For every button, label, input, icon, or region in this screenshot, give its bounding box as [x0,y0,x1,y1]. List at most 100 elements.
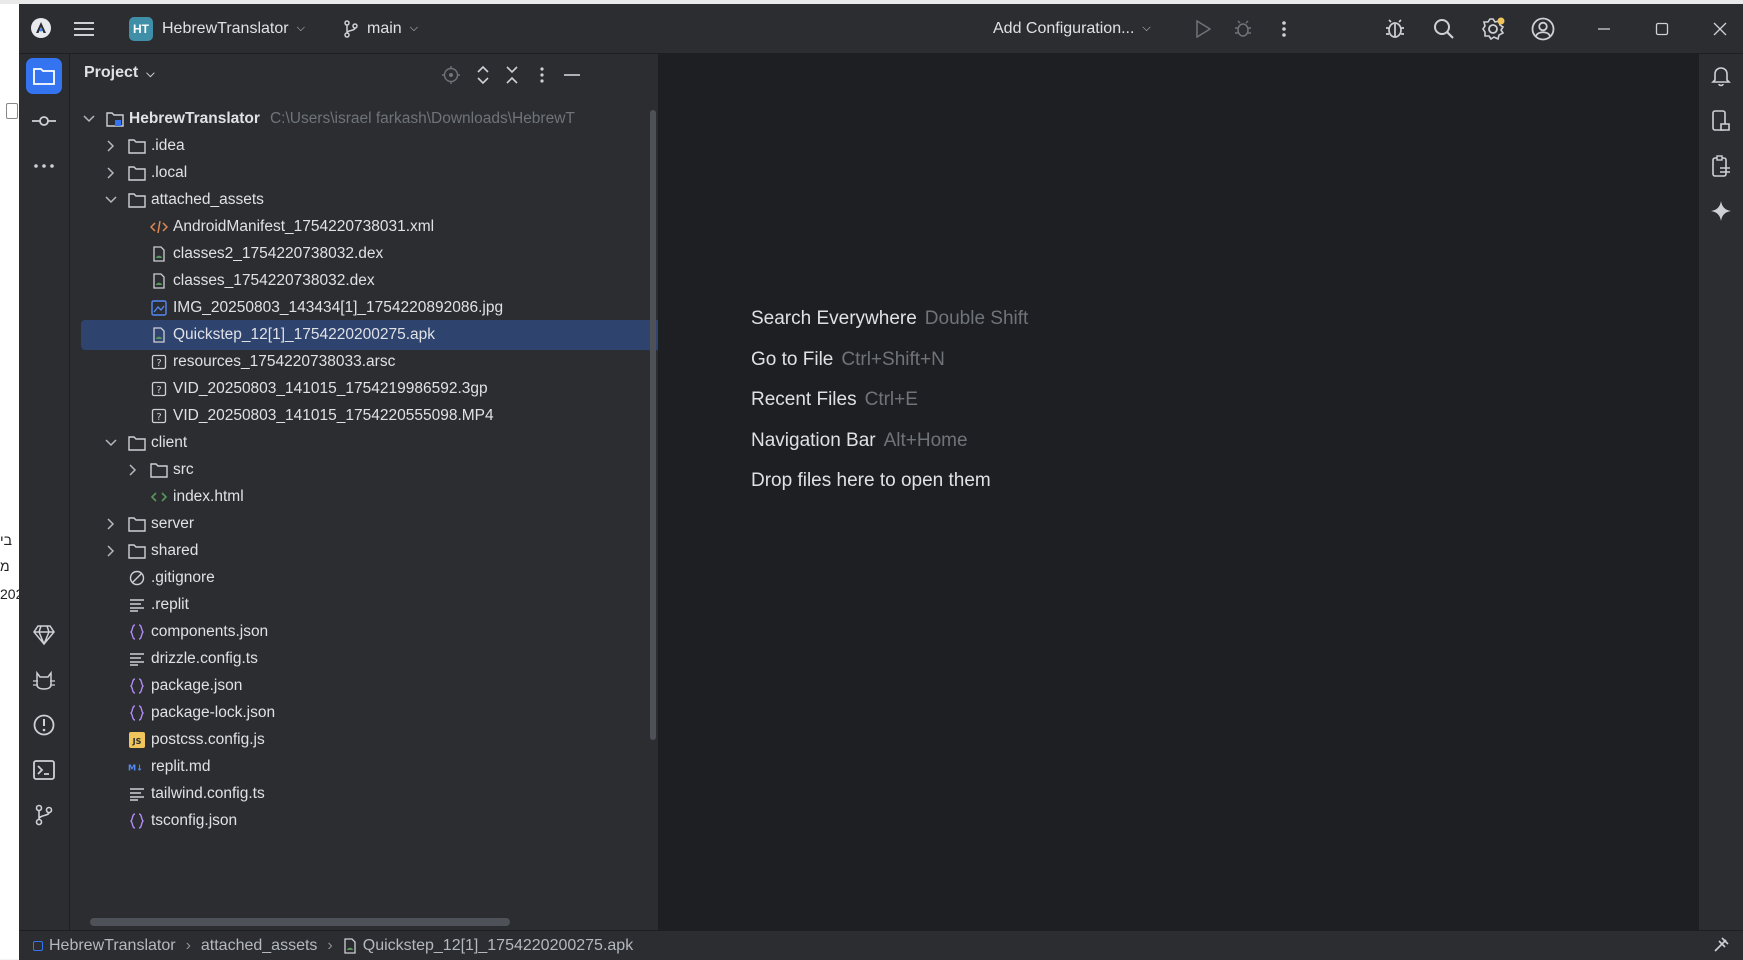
tree-folder[interactable]: shared [70,536,658,566]
close-icon[interactable] [1707,16,1733,42]
svg-text:JS: JS [132,737,142,746]
module-folder-icon [106,110,124,128]
navigation-bar-hint: Navigation Bar Alt+Home [751,430,968,452]
xml-file-icon [150,218,168,236]
breadcrumb-file[interactable]: Quickstep_12[1]_1754220200275.apk [363,937,633,955]
tree-file[interactable]: classes2_1754220738032.dex [70,239,658,269]
expand-all-icon[interactable] [471,63,495,87]
tree-item-label: tsconfig.json [151,812,238,829]
tree-folder[interactable]: server [70,509,658,539]
cat-icon[interactable] [26,662,62,698]
breadcrumb: HebrewTranslator › attached_assets › Qui… [33,937,633,955]
run-config-label: Add Configuration... [993,19,1135,37]
device-manager-icon[interactable] [1703,103,1739,139]
terminal-icon[interactable] [26,752,62,788]
chevron-down-icon[interactable] [82,115,96,123]
tree-file[interactable]: M↓ replit.md [70,752,658,782]
image-file-icon [150,299,168,317]
collapse-all-icon[interactable] [500,63,524,87]
tree-file[interactable]: IMG_20250803_143434[1]_1754220892086.jpg [70,293,658,323]
power-save-icon[interactable] [1713,937,1729,958]
options-icon[interactable] [530,63,554,87]
account-icon[interactable] [1529,15,1557,43]
tree-file[interactable]: .gitignore [70,563,658,593]
module-icon [33,940,43,951]
breadcrumb-project[interactable]: HebrewTranslator [49,937,176,955]
clipboard-icon[interactable] [1703,148,1739,184]
search-icon[interactable] [1430,15,1458,43]
tree-folder[interactable]: .idea [70,131,658,161]
tree-item-label: resources_1754220738033.arsc [173,353,396,370]
settings-icon[interactable] [1479,15,1507,43]
problems-icon[interactable] [26,707,62,743]
tree-file[interactable]: AndroidManifest_1754220738031.xml [70,212,658,242]
tree-file[interactable]: package-lock.json [70,698,658,728]
minimize-icon[interactable] [1591,16,1617,42]
html-file-icon [150,488,168,506]
tree-file[interactable]: ? resources_1754220738033.arsc [70,347,658,377]
more-icon[interactable] [1274,16,1294,42]
run-icon[interactable] [1190,16,1216,42]
tree-item-label: client [151,434,188,451]
main-menu-icon[interactable] [71,16,97,42]
vertical-scrollbar[interactable] [650,110,656,740]
tree-file[interactable]: tsconfig.json [70,806,658,836]
tree-file[interactable]: ? VID_20250803_141015_1754220555098.MP4 [70,401,658,431]
tree-file[interactable]: .replit [70,590,658,620]
folder-icon [128,137,146,155]
hint-action: Drop files here to open them [751,470,991,491]
more-tools-icon[interactable] [26,148,62,184]
tree-file[interactable]: package.json [70,671,658,701]
chevron-right-icon[interactable] [104,167,118,179]
git-icon[interactable] [26,797,62,833]
tree-item-label: postcss.config.js [151,731,265,748]
tree-folder[interactable]: src [70,455,658,485]
commit-icon[interactable] [26,103,62,139]
tree-item-label: shared [151,542,199,559]
project-view-selector[interactable]: Project ⌵ [84,64,155,82]
chevron-right-icon[interactable] [104,518,118,530]
tree-file[interactable]: index.html [70,482,658,512]
tree-file[interactable]: ? VID_20250803_141015_1754219986592.3gp [70,374,658,404]
chevron-right-icon[interactable] [104,140,118,152]
chevron-right-icon[interactable] [104,545,118,557]
tree-file[interactable]: tailwind.config.ts [70,779,658,809]
maximize-icon[interactable] [1649,16,1675,42]
horizontal-scrollbar[interactable] [90,918,510,926]
notifications-icon[interactable] [1703,58,1739,94]
tree-file[interactable]: Quickstep_12[1]_1754220200275.apk [81,320,658,350]
debug-icon[interactable] [1230,16,1256,42]
tree-folder[interactable]: attached_assets [70,185,658,215]
gemini-icon[interactable] [1703,193,1739,229]
markdown-file-icon: M↓ [128,758,146,776]
gem-icon[interactable] [26,617,62,653]
folder-icon [128,515,146,533]
run-configuration-dropdown[interactable]: Add Configuration... ⌵ [993,4,1151,53]
bug-icon[interactable] [1381,15,1409,43]
tree-file[interactable]: classes_1754220738032.dex [70,266,658,296]
breadcrumb-folder[interactable]: attached_assets [201,937,318,955]
tree-item-label: classes_1754220738032.dex [173,272,375,289]
hint-action: Go to File [751,349,834,370]
unknown-file-icon: ? [150,353,168,371]
tree-file[interactable]: JS postcss.config.js [70,725,658,755]
tree-file[interactable]: components.json [70,617,658,647]
locate-icon[interactable] [439,63,463,87]
chevron-right-icon[interactable] [126,464,140,476]
chevron-down-icon[interactable] [104,439,118,447]
tree-folder[interactable]: client [70,428,658,458]
hide-icon[interactable] [560,63,584,87]
branch-switcher[interactable]: main ⌵ [343,4,418,53]
tree-folder[interactable]: .local [70,158,658,188]
chevron-down-icon[interactable] [104,196,118,204]
android-studio-icon[interactable] [29,16,53,40]
svg-text:?: ? [156,385,161,396]
tree-item-label: IMG_20250803_143434[1]_1754220892086.jpg [173,299,504,316]
tree-root[interactable]: HebrewTranslator C:\Users\israel farkash… [70,104,654,134]
tree-file[interactable]: drizzle.config.ts [70,644,658,674]
text-file-icon [128,650,146,668]
tree-item-label: replit.md [151,758,211,775]
root-path: C:\Users\israel farkash\Downloads\Hebrew… [269,110,575,127]
project-switcher[interactable]: HT HebrewTranslator ⌵ [129,4,305,53]
project-folder-icon[interactable] [26,58,62,94]
